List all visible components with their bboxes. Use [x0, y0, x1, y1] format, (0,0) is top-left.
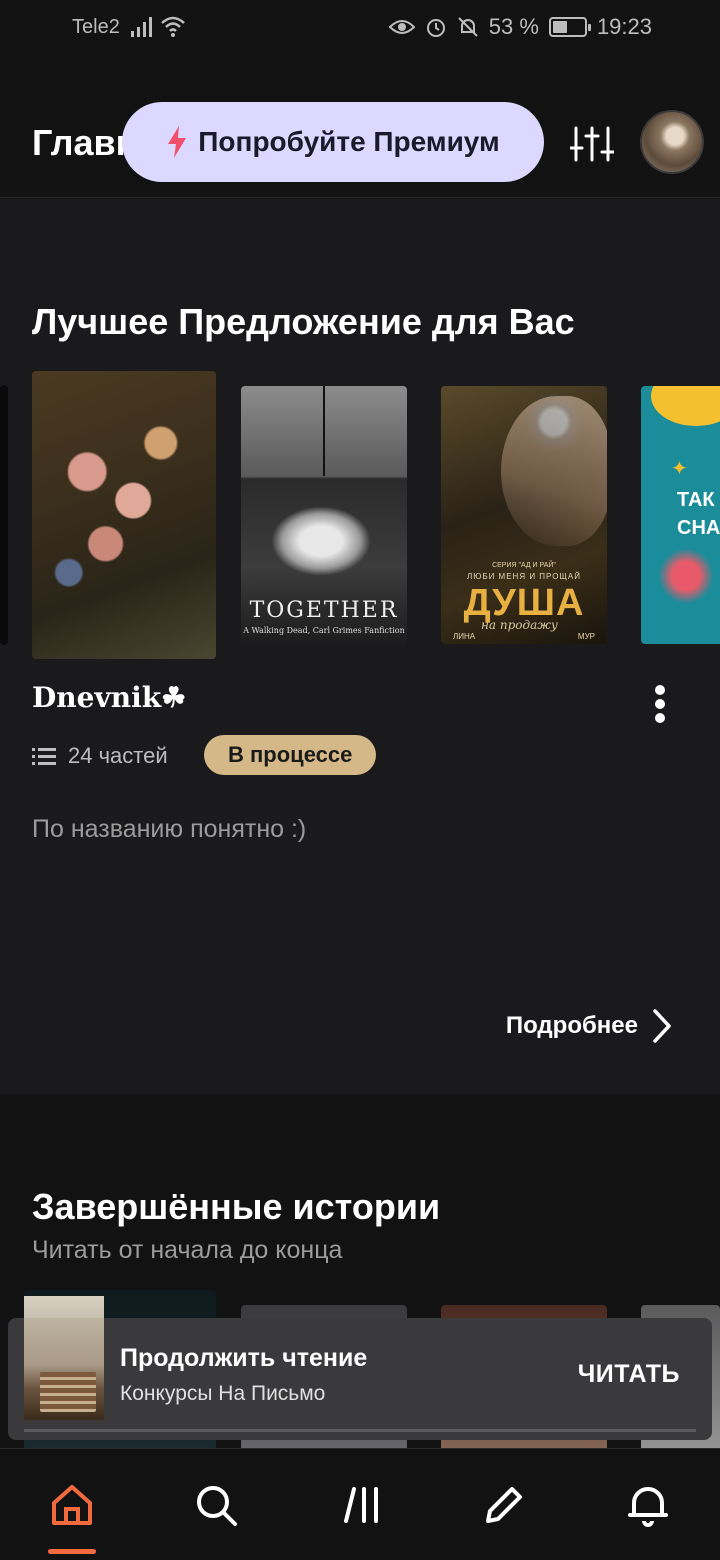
status-badge: В процессе: [204, 735, 377, 775]
cover-divider: [323, 386, 325, 476]
battery-icon: [548, 17, 591, 37]
avatar[interactable]: [640, 110, 704, 174]
list-icon: [32, 748, 56, 765]
book-cover-dusha[interactable]: СЕРИЯ "АД И РАЙ" ЛЮБИ МЕНЯ И ПРОЩАЙ ДУША…: [441, 386, 607, 644]
cover-subtitle: A Walking Dead, Carl Grimes Fanfiction: [243, 626, 405, 635]
reading-progress-bar: [24, 1429, 696, 1432]
book-description: По названию понятно :): [32, 815, 307, 843]
bell-icon: [628, 1487, 668, 1527]
cover-face-art: [501, 396, 607, 546]
search-icon: [197, 1486, 237, 1526]
continue-book-title: Конкурсы На Письмо: [120, 1382, 326, 1405]
cover-tagline: ЛЮБИ МЕНЯ И ПРОЩАЙ: [466, 572, 582, 581]
continue-reading-card[interactable]: Продолжить чтение Конкурсы На Письмо ЧИТ…: [8, 1318, 712, 1440]
star-icon: ✦: [671, 458, 688, 480]
premium-button[interactable]: Попробуйте Премиум: [122, 102, 544, 182]
continue-reading-label: Продолжить чтение: [120, 1344, 368, 1372]
more-options-icon[interactable]: [644, 681, 676, 727]
completed-section-subtitle: Читать от начала до конца: [32, 1236, 343, 1264]
page-title: Главная: [32, 122, 128, 163]
offer-section-title: Лучшее Предложение для Вас: [32, 301, 575, 342]
nav-search[interactable]: [190, 1479, 242, 1531]
nav-library[interactable]: [336, 1479, 388, 1531]
nav-home[interactable]: [46, 1479, 98, 1531]
clock: 19:23: [596, 14, 652, 39]
cover-author-last: МУР: [577, 632, 595, 641]
nav-write[interactable]: [478, 1479, 530, 1531]
battery-percent: 53 %: [488, 14, 539, 39]
book-cover-together[interactable]: TOGETHER A Walking Dead, Carl Grimes Fan…: [241, 386, 407, 644]
details-link[interactable]: Подробнее: [506, 1009, 672, 1043]
bell-muted-icon: [458, 17, 478, 37]
alarm-icon: [426, 19, 445, 37]
continue-book-cover: [24, 1318, 104, 1420]
status-bar: Tele2 53 % 19:23: [0, 0, 720, 56]
best-offer-section: Лучшее Предложение для Вас TOGETHER A Wa…: [0, 199, 720, 1094]
app-header: Главная Попробуйте Премиум: [0, 56, 720, 198]
parts-count: 24 частей: [32, 743, 168, 769]
details-label: Подробнее: [505, 1012, 638, 1039]
cover-sun-art: [651, 386, 720, 426]
library-icon: [344, 1487, 378, 1523]
continue-book-cover-top: [24, 1296, 104, 1318]
nav-notifications[interactable]: [622, 1479, 674, 1531]
pencil-icon: [486, 1487, 522, 1523]
cover-title: ТАК СНА: [677, 489, 720, 539]
eye-icon: [388, 20, 415, 34]
cover-series: СЕРИЯ "АД И РАЙ": [492, 562, 556, 569]
parts-label: 24 частей: [68, 743, 168, 768]
nav-active-indicator: [48, 1549, 96, 1554]
book-title[interactable]: Dnevnik☘: [32, 681, 186, 714]
cover-script: на продажу: [481, 618, 558, 632]
cover-hands-art: [271, 506, 371, 576]
wifi-icon: [161, 16, 185, 37]
lightning-icon: [168, 126, 187, 158]
book-cover-partial[interactable]: ✦ ТАК СНА: [641, 386, 720, 644]
filter-icon[interactable]: [570, 124, 614, 164]
cover-tree-art: [651, 546, 720, 606]
cover-title: TOGETHER: [249, 598, 399, 623]
read-button[interactable]: ЧИТАТЬ: [578, 1360, 680, 1389]
book-cover-floral[interactable]: [32, 371, 216, 659]
carrier-label: Tele2: [72, 16, 120, 38]
status-indicators: 53 % 19:23: [388, 14, 652, 40]
premium-label: Попробуйте Премиум: [198, 126, 500, 157]
chevron-right-icon: [653, 1009, 671, 1043]
signal-icon: [131, 17, 152, 37]
completed-section-title: Завершённые истории: [32, 1186, 441, 1227]
cover-author-first: ЛИНА: [453, 632, 476, 641]
bottom-navigation: [0, 1448, 720, 1560]
partial-book-cover[interactable]: [0, 385, 8, 645]
home-icon: [52, 1485, 92, 1525]
